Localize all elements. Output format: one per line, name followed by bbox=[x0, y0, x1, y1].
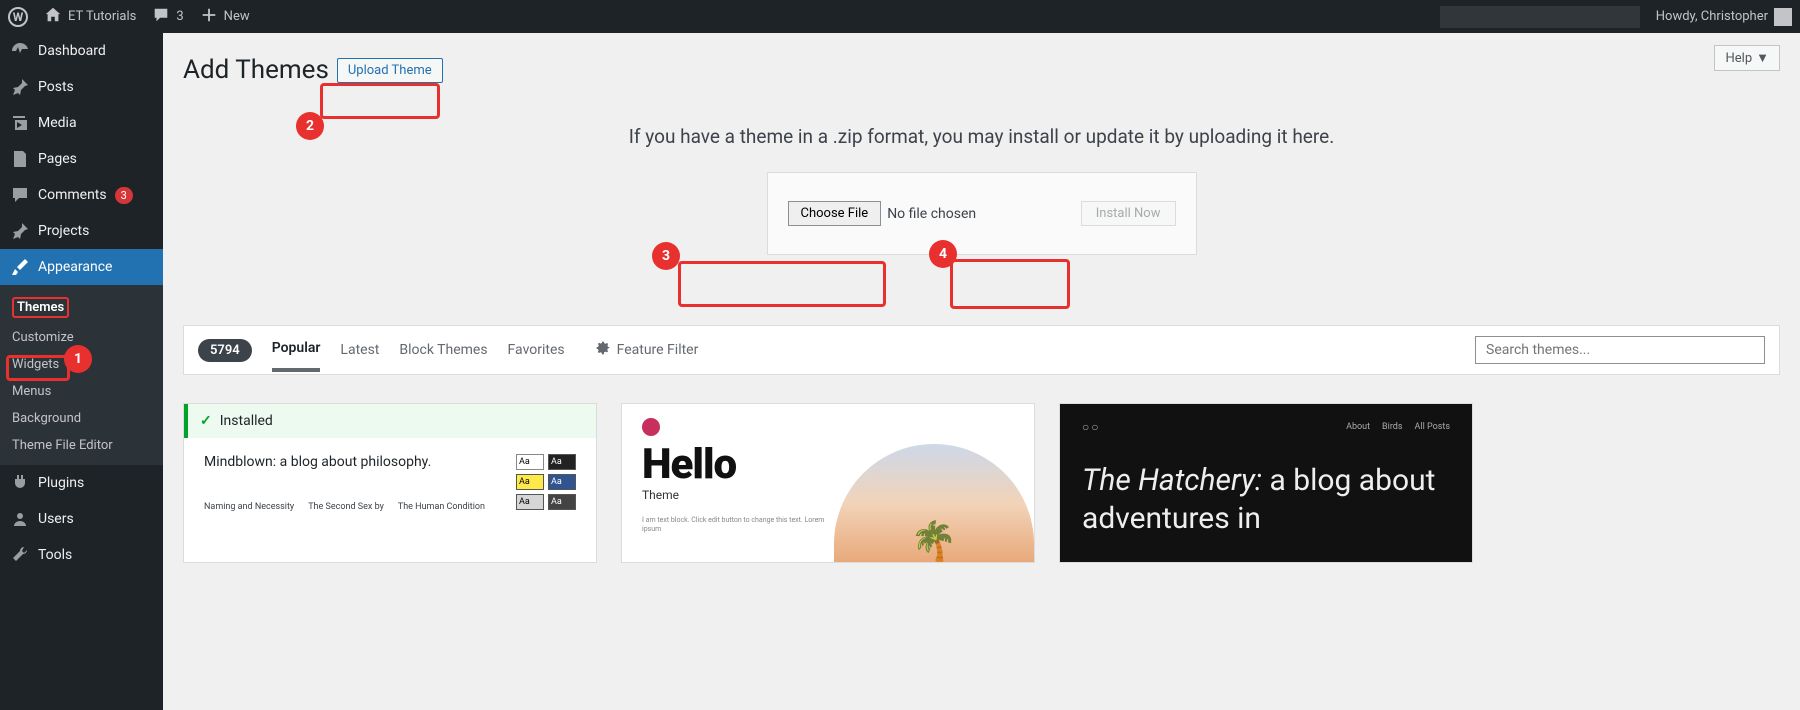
menu-label: Tools bbox=[38, 547, 72, 563]
menu-label: Appearance bbox=[38, 259, 112, 275]
chevron-down-icon: ▼ bbox=[1756, 50, 1769, 66]
plus-icon bbox=[200, 6, 218, 28]
theme-preview-title: Mindblown: a blog about philosophy. bbox=[204, 454, 516, 470]
theme3-logo: ○○ bbox=[1082, 420, 1101, 434]
themes-grid: ✓ Installed Mindblown: a blog about phil… bbox=[183, 403, 1780, 563]
feature-filter-label: Feature Filter bbox=[617, 342, 699, 358]
site-name: ET Tutorials bbox=[68, 9, 136, 24]
filter-block-themes[interactable]: Block Themes bbox=[399, 342, 487, 370]
menu-users[interactable]: Users bbox=[0, 501, 163, 537]
installed-banner: ✓ Installed bbox=[184, 404, 596, 438]
toolbar-dark-widget[interactable] bbox=[1440, 6, 1640, 28]
menu-label: Plugins bbox=[38, 475, 84, 491]
check-icon: ✓ bbox=[200, 413, 212, 429]
elementor-icon bbox=[642, 418, 660, 436]
new-label: New bbox=[224, 9, 250, 24]
theme3-nav-item: Birds bbox=[1382, 422, 1402, 432]
wordpress-icon: W bbox=[8, 7, 28, 27]
brush-icon bbox=[10, 257, 30, 277]
help-button[interactable]: Help ▼ bbox=[1714, 45, 1780, 71]
upload-instructions: If you have a theme in a .zip format, yo… bbox=[183, 125, 1780, 148]
menu-label: Media bbox=[38, 115, 77, 131]
menu-label: Projects bbox=[38, 223, 89, 239]
howdy-text: Howdy, Christopher bbox=[1656, 9, 1768, 24]
menu-label: Posts bbox=[38, 79, 74, 95]
file-status: No file chosen bbox=[887, 206, 976, 222]
theme-card-hello[interactable]: Hello Theme I am text block. Click edit … bbox=[621, 403, 1035, 563]
menu-pages[interactable]: Pages bbox=[0, 141, 163, 177]
wrench-icon bbox=[10, 545, 30, 565]
upload-theme-button[interactable]: Upload Theme bbox=[337, 58, 443, 83]
appearance-submenu: Themes Customize Widgets Menus Backgroun… bbox=[0, 285, 163, 465]
preview-col: The Second Sex by bbox=[308, 502, 384, 512]
install-now-button[interactable]: Install Now bbox=[1081, 201, 1176, 226]
filter-favorites[interactable]: Favorites bbox=[508, 342, 565, 370]
preview-col: Naming and Necessity bbox=[204, 502, 294, 512]
menu-tools[interactable]: Tools bbox=[0, 537, 163, 573]
style-swatches: AaAa AaAa AaAa bbox=[516, 454, 576, 512]
comments-toolbar[interactable]: 3 bbox=[152, 6, 183, 28]
choose-file-button[interactable]: Choose File bbox=[788, 201, 882, 226]
menu-posts[interactable]: Posts bbox=[0, 69, 163, 105]
admin-sidebar: Dashboard Posts Media Pages Comments 3 P… bbox=[0, 33, 163, 710]
theme-filter-bar: 5794 Popular Latest Block Themes Favorit… bbox=[183, 325, 1780, 375]
theme-card-hatchery[interactable]: ○○ About Birds All Posts The Hatchery: a… bbox=[1059, 403, 1473, 563]
menu-label: Dashboard bbox=[38, 43, 106, 59]
home-icon bbox=[44, 6, 62, 28]
pin-icon bbox=[10, 221, 30, 241]
media-icon bbox=[10, 113, 30, 133]
submenu-customize[interactable]: Customize bbox=[0, 324, 163, 351]
theme-card-twentytwentythree[interactable]: ✓ Installed Mindblown: a blog about phil… bbox=[183, 403, 597, 563]
menu-label: Comments bbox=[38, 187, 107, 203]
comments-badge: 3 bbox=[115, 187, 133, 204]
plugin-icon bbox=[10, 473, 30, 493]
preview-col: The Human Condition bbox=[398, 502, 485, 512]
theme-count: 5794 bbox=[198, 339, 252, 362]
theme-search-input[interactable] bbox=[1475, 336, 1765, 364]
theme3-title: The Hatchery: a blog about adventures in bbox=[1082, 462, 1450, 537]
menu-comments[interactable]: Comments 3 bbox=[0, 177, 163, 213]
new-content[interactable]: New bbox=[200, 6, 250, 28]
comments-count: 3 bbox=[176, 9, 183, 24]
submenu-background[interactable]: Background bbox=[0, 405, 163, 432]
submenu-menus[interactable]: Menus bbox=[0, 378, 163, 405]
feature-filter-button[interactable]: Feature Filter bbox=[595, 340, 699, 360]
submenu-theme-file-editor[interactable]: Theme File Editor bbox=[0, 432, 163, 459]
main-content: Help ▼ Add Themes Upload Theme If you ha… bbox=[163, 33, 1800, 710]
menu-label: Pages bbox=[38, 151, 77, 167]
theme-preview-lorem: I am text block. Click edit button to ch… bbox=[642, 516, 832, 534]
submenu-widgets[interactable]: Widgets bbox=[0, 351, 163, 378]
page-title: Add Themes bbox=[183, 55, 329, 85]
wp-logo[interactable]: W bbox=[8, 7, 28, 27]
upload-form: Choose File No file chosen Install Now bbox=[767, 172, 1197, 255]
users-icon bbox=[10, 509, 30, 529]
admin-toolbar: W ET Tutorials 3 New Howdy, Christopher bbox=[0, 0, 1800, 33]
installed-label: Installed bbox=[220, 413, 273, 429]
page-icon bbox=[10, 149, 30, 169]
site-home-link[interactable]: ET Tutorials bbox=[44, 6, 136, 28]
menu-label: Users bbox=[38, 511, 74, 527]
gear-icon bbox=[595, 340, 611, 360]
theme3-nav-item: About bbox=[1346, 422, 1370, 432]
comment-icon bbox=[152, 6, 170, 28]
comment-icon bbox=[10, 185, 30, 205]
pin-icon bbox=[10, 77, 30, 97]
help-label: Help bbox=[1725, 51, 1752, 66]
filter-popular[interactable]: Popular bbox=[272, 340, 321, 372]
filter-latest[interactable]: Latest bbox=[340, 342, 379, 370]
menu-dashboard[interactable]: Dashboard bbox=[0, 33, 163, 69]
dashboard-icon bbox=[10, 41, 30, 61]
avatar-icon bbox=[1774, 8, 1792, 26]
submenu-themes[interactable]: Themes bbox=[0, 291, 163, 324]
menu-appearance[interactable]: Appearance bbox=[0, 249, 163, 285]
theme3-nav-item: All Posts bbox=[1415, 422, 1450, 432]
my-account[interactable]: Howdy, Christopher bbox=[1656, 8, 1792, 26]
menu-media[interactable]: Media bbox=[0, 105, 163, 141]
palm-icon: 🌴 bbox=[910, 520, 957, 563]
menu-plugins[interactable]: Plugins bbox=[0, 465, 163, 501]
menu-projects[interactable]: Projects bbox=[0, 213, 163, 249]
